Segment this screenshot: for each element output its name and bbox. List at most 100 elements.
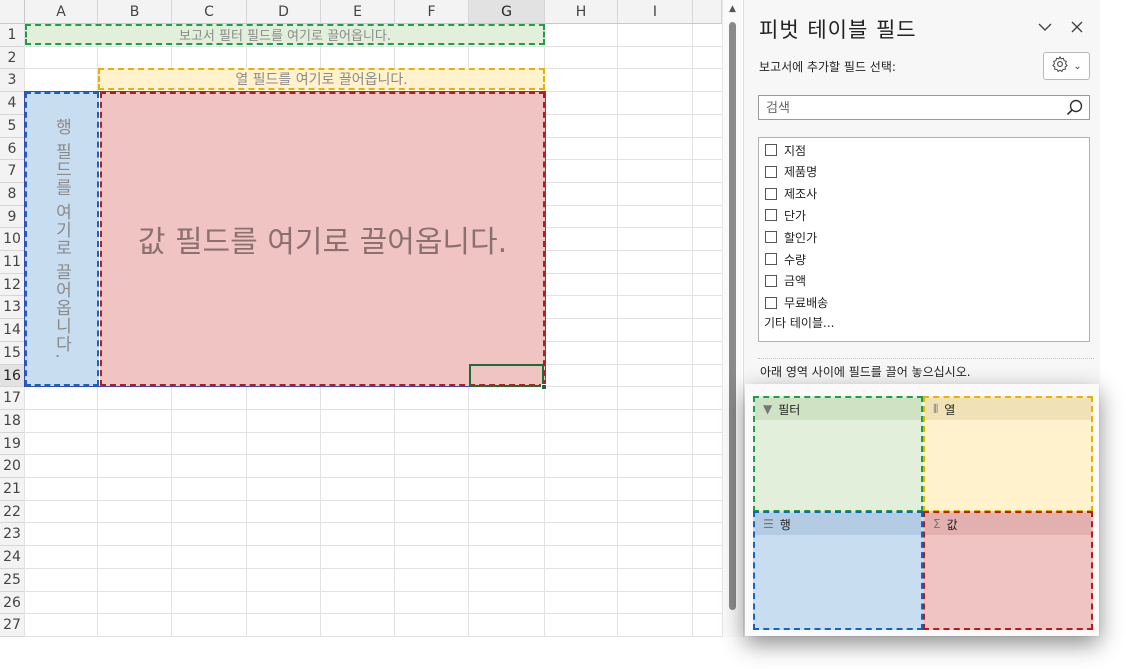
row-header[interactable]: 27 bbox=[0, 614, 25, 637]
row-header[interactable]: 9 bbox=[0, 206, 25, 228]
field-checkbox[interactable] bbox=[765, 231, 777, 244]
column-header[interactable]: C bbox=[172, 0, 247, 24]
field-checkbox[interactable] bbox=[765, 187, 777, 200]
chevron-down-icon: ⌄ bbox=[1073, 60, 1082, 72]
row-header[interactable]: 13 bbox=[0, 296, 25, 319]
column-header[interactable]: E bbox=[321, 0, 395, 24]
row-header[interactable]: 10 bbox=[0, 228, 25, 251]
search-icon[interactable] bbox=[1065, 98, 1085, 118]
select-all-corner[interactable] bbox=[0, 0, 25, 24]
field-label: 단가 bbox=[784, 208, 807, 223]
active-cell[interactable] bbox=[469, 364, 544, 387]
field-item[interactable]: 단가 bbox=[765, 205, 806, 225]
field-checkbox[interactable] bbox=[765, 144, 777, 156]
sigma-icon: Σ bbox=[933, 517, 941, 531]
row-header[interactable]: 25 bbox=[0, 569, 25, 592]
filter-icon: ▼ bbox=[763, 402, 773, 416]
fill-handle[interactable] bbox=[541, 384, 547, 390]
row-header[interactable]: 16 bbox=[0, 365, 25, 387]
field-checkbox[interactable] bbox=[765, 274, 777, 287]
columns-area-label: 열 bbox=[944, 402, 956, 417]
column-header[interactable]: B bbox=[98, 0, 172, 24]
values-area[interactable]: Σ 값 bbox=[923, 511, 1093, 630]
rows-area-label: 행 bbox=[779, 517, 791, 532]
column-header[interactable]: I bbox=[618, 0, 693, 24]
column-header-filler bbox=[693, 0, 722, 24]
column-gridline bbox=[692, 24, 693, 637]
column-header[interactable]: A bbox=[25, 0, 98, 24]
row-header[interactable]: 5 bbox=[0, 115, 25, 138]
field-item[interactable]: 수량 bbox=[765, 249, 806, 269]
column-field-drop-zone[interactable]: 열 필드를 여기로 끌어옵니다. bbox=[98, 68, 545, 90]
column-header[interactable]: F bbox=[395, 0, 469, 24]
row-header[interactable]: 7 bbox=[0, 160, 25, 183]
scrollbar-thumb[interactable] bbox=[729, 22, 736, 610]
row-header[interactable]: 19 bbox=[0, 433, 25, 455]
scroll-up-icon[interactable]: ▲ bbox=[729, 4, 736, 14]
column-gridline bbox=[617, 24, 618, 637]
field-label: 할인가 bbox=[784, 230, 818, 245]
row-header[interactable]: 20 bbox=[0, 455, 25, 478]
row-header[interactable]: 1 bbox=[0, 24, 25, 47]
chevron-down-icon[interactable] bbox=[1038, 20, 1052, 36]
field-list: 지점제품명제조사단가할인가수량금액무료배송 기타 테이블... bbox=[758, 137, 1090, 342]
row-header[interactable]: 6 bbox=[0, 138, 25, 160]
column-header[interactable]: G bbox=[469, 0, 545, 24]
field-item[interactable]: 제조사 bbox=[765, 184, 817, 204]
row-header[interactable]: 18 bbox=[0, 410, 25, 433]
field-search-box[interactable] bbox=[758, 95, 1090, 120]
row-header[interactable]: 11 bbox=[0, 251, 25, 274]
vertical-scrollbar[interactable]: ▲ bbox=[722, 0, 742, 637]
spreadsheet-grid[interactable]: ABCDEFGHI 1 2 3 4 5 6 7 8 9 10 11 12 13 14 15 16 17 18 19 2… bbox=[0, 0, 722, 637]
field-item[interactable]: 지점 bbox=[765, 140, 806, 160]
gear-icon bbox=[1051, 55, 1069, 77]
row-header[interactable]: 17 bbox=[0, 387, 25, 410]
row-header[interactable]: 4 bbox=[0, 92, 25, 115]
areas-hint: 아래 영역 사이에 필드를 끌어 놓으십시오. bbox=[760, 365, 971, 379]
field-checkbox[interactable] bbox=[765, 165, 777, 178]
value-field-placeholder: 값 필드를 여기로 끌어옵니다. bbox=[137, 225, 508, 260]
column-header[interactable]: D bbox=[247, 0, 321, 24]
column-header[interactable]: H bbox=[545, 0, 618, 24]
filters-area-label: 필터 bbox=[778, 402, 801, 417]
pivot-areas-panel: ▼ 필터 ⦀ 열 ☰ 행 Σ 값 bbox=[745, 384, 1099, 636]
columns-area[interactable]: ⦀ 열 bbox=[923, 396, 1093, 512]
report-filter-drop-zone[interactable]: 보고서 필터 필드를 여기로 끌어옵니다. bbox=[25, 24, 545, 45]
filters-area[interactable]: ▼ 필터 bbox=[753, 396, 923, 512]
row-header[interactable]: 14 bbox=[0, 319, 25, 342]
field-label: 지점 bbox=[784, 143, 807, 158]
row-field-placeholder: 행 필드를 여기로 끌어옵니다. bbox=[51, 118, 72, 360]
field-label: 금액 bbox=[784, 274, 807, 289]
rows-area[interactable]: ☰ 행 bbox=[753, 511, 923, 630]
row-header[interactable]: 23 bbox=[0, 523, 25, 546]
row-header[interactable]: 22 bbox=[0, 501, 25, 523]
field-item[interactable]: 할인가 bbox=[765, 227, 817, 247]
field-checkbox[interactable] bbox=[765, 209, 777, 222]
columns-icon: ⦀ bbox=[933, 401, 939, 416]
layout-settings-button[interactable]: ⌄ bbox=[1043, 52, 1090, 80]
more-tables-link[interactable]: 기타 테이블... bbox=[764, 314, 834, 331]
row-field-drop-zone[interactable]: 행 필드를 여기로 끌어옵니다. bbox=[25, 92, 99, 386]
values-area-label: 값 bbox=[946, 517, 958, 532]
row-header[interactable]: 24 bbox=[0, 546, 25, 569]
close-icon[interactable] bbox=[1070, 18, 1084, 39]
field-item[interactable]: 무료배송 bbox=[765, 293, 828, 313]
pane-divider bbox=[758, 358, 1094, 359]
row-header[interactable]: 2 bbox=[0, 47, 25, 69]
row-header[interactable]: 3 bbox=[0, 69, 25, 92]
field-item[interactable]: 금액 bbox=[765, 271, 806, 291]
row-header[interactable]: 8 bbox=[0, 183, 25, 206]
value-field-drop-zone[interactable]: 값 필드를 여기로 끌어옵니다. bbox=[100, 92, 545, 386]
report-filter-placeholder: 보고서 필터 필드를 여기로 끌어옵니다. bbox=[178, 29, 392, 44]
row-header[interactable]: 15 bbox=[0, 342, 25, 365]
row-header[interactable]: 26 bbox=[0, 592, 25, 614]
columns-area-header: ⦀ 열 bbox=[925, 398, 1091, 420]
field-item[interactable]: 제품명 bbox=[765, 162, 817, 182]
field-search-input[interactable] bbox=[764, 99, 1054, 117]
field-checkbox[interactable] bbox=[765, 253, 777, 265]
row-header[interactable]: 21 bbox=[0, 478, 25, 501]
values-area-header: Σ 값 bbox=[925, 513, 1091, 535]
row-header[interactable]: 12 bbox=[0, 274, 25, 296]
field-label: 제품명 bbox=[784, 165, 818, 180]
field-checkbox[interactable] bbox=[765, 296, 777, 309]
